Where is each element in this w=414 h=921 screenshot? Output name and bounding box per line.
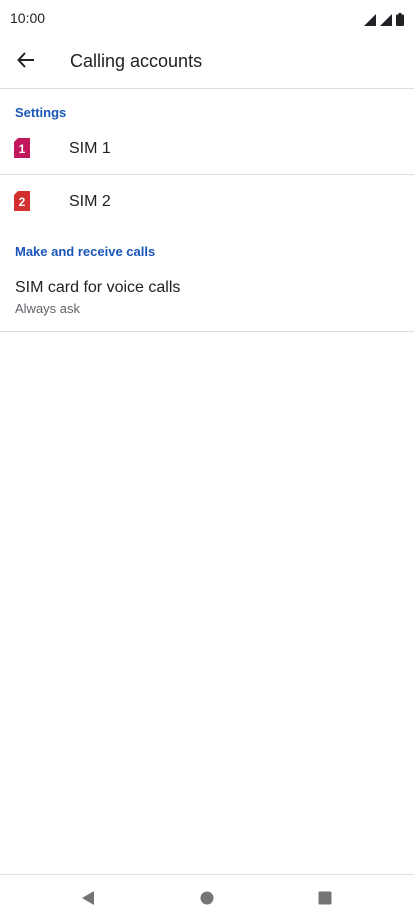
- sim-badge: 1: [19, 142, 26, 156]
- sim-row-1[interactable]: 1 SIM 1: [0, 126, 414, 172]
- setting-title: SIM card for voice calls: [15, 279, 181, 296]
- recents-square-icon: [318, 891, 332, 905]
- battery-icon: [396, 13, 404, 26]
- sim-badge: 2: [19, 195, 26, 209]
- arrow-back-icon: [17, 52, 34, 68]
- section-header-settings: Settings: [15, 105, 67, 120]
- page-title: Calling accounts: [70, 51, 203, 71]
- home-circle-icon: [200, 891, 214, 905]
- app-bar: Calling accounts: [0, 36, 414, 89]
- status-bar: 10:00: [0, 0, 414, 36]
- sim-label: SIM 2: [69, 193, 111, 210]
- sim-card-icon: 2: [14, 191, 30, 211]
- nav-recents-button[interactable]: [312, 885, 338, 911]
- signal-icon: [364, 14, 376, 26]
- voice-calls-setting[interactable]: SIM card for voice calls Always ask: [0, 268, 414, 330]
- back-button[interactable]: [10, 44, 42, 76]
- section-header-calls: Make and receive calls: [15, 244, 156, 259]
- sim-label: SIM 1: [69, 140, 111, 157]
- status-time: 10:00: [10, 10, 46, 26]
- sim-row-2[interactable]: 2 SIM 2: [0, 179, 414, 225]
- divider: [0, 174, 414, 175]
- back-triangle-icon: [82, 891, 94, 905]
- navigation-bar: [0, 874, 414, 921]
- divider: [0, 331, 414, 332]
- setting-summary: Always ask: [15, 301, 81, 316]
- nav-back-button[interactable]: [75, 885, 101, 911]
- nav-home-button[interactable]: [194, 885, 220, 911]
- status-icons: [364, 12, 404, 26]
- signal-icon: [380, 14, 392, 26]
- sim-card-icon: 1: [14, 138, 30, 158]
